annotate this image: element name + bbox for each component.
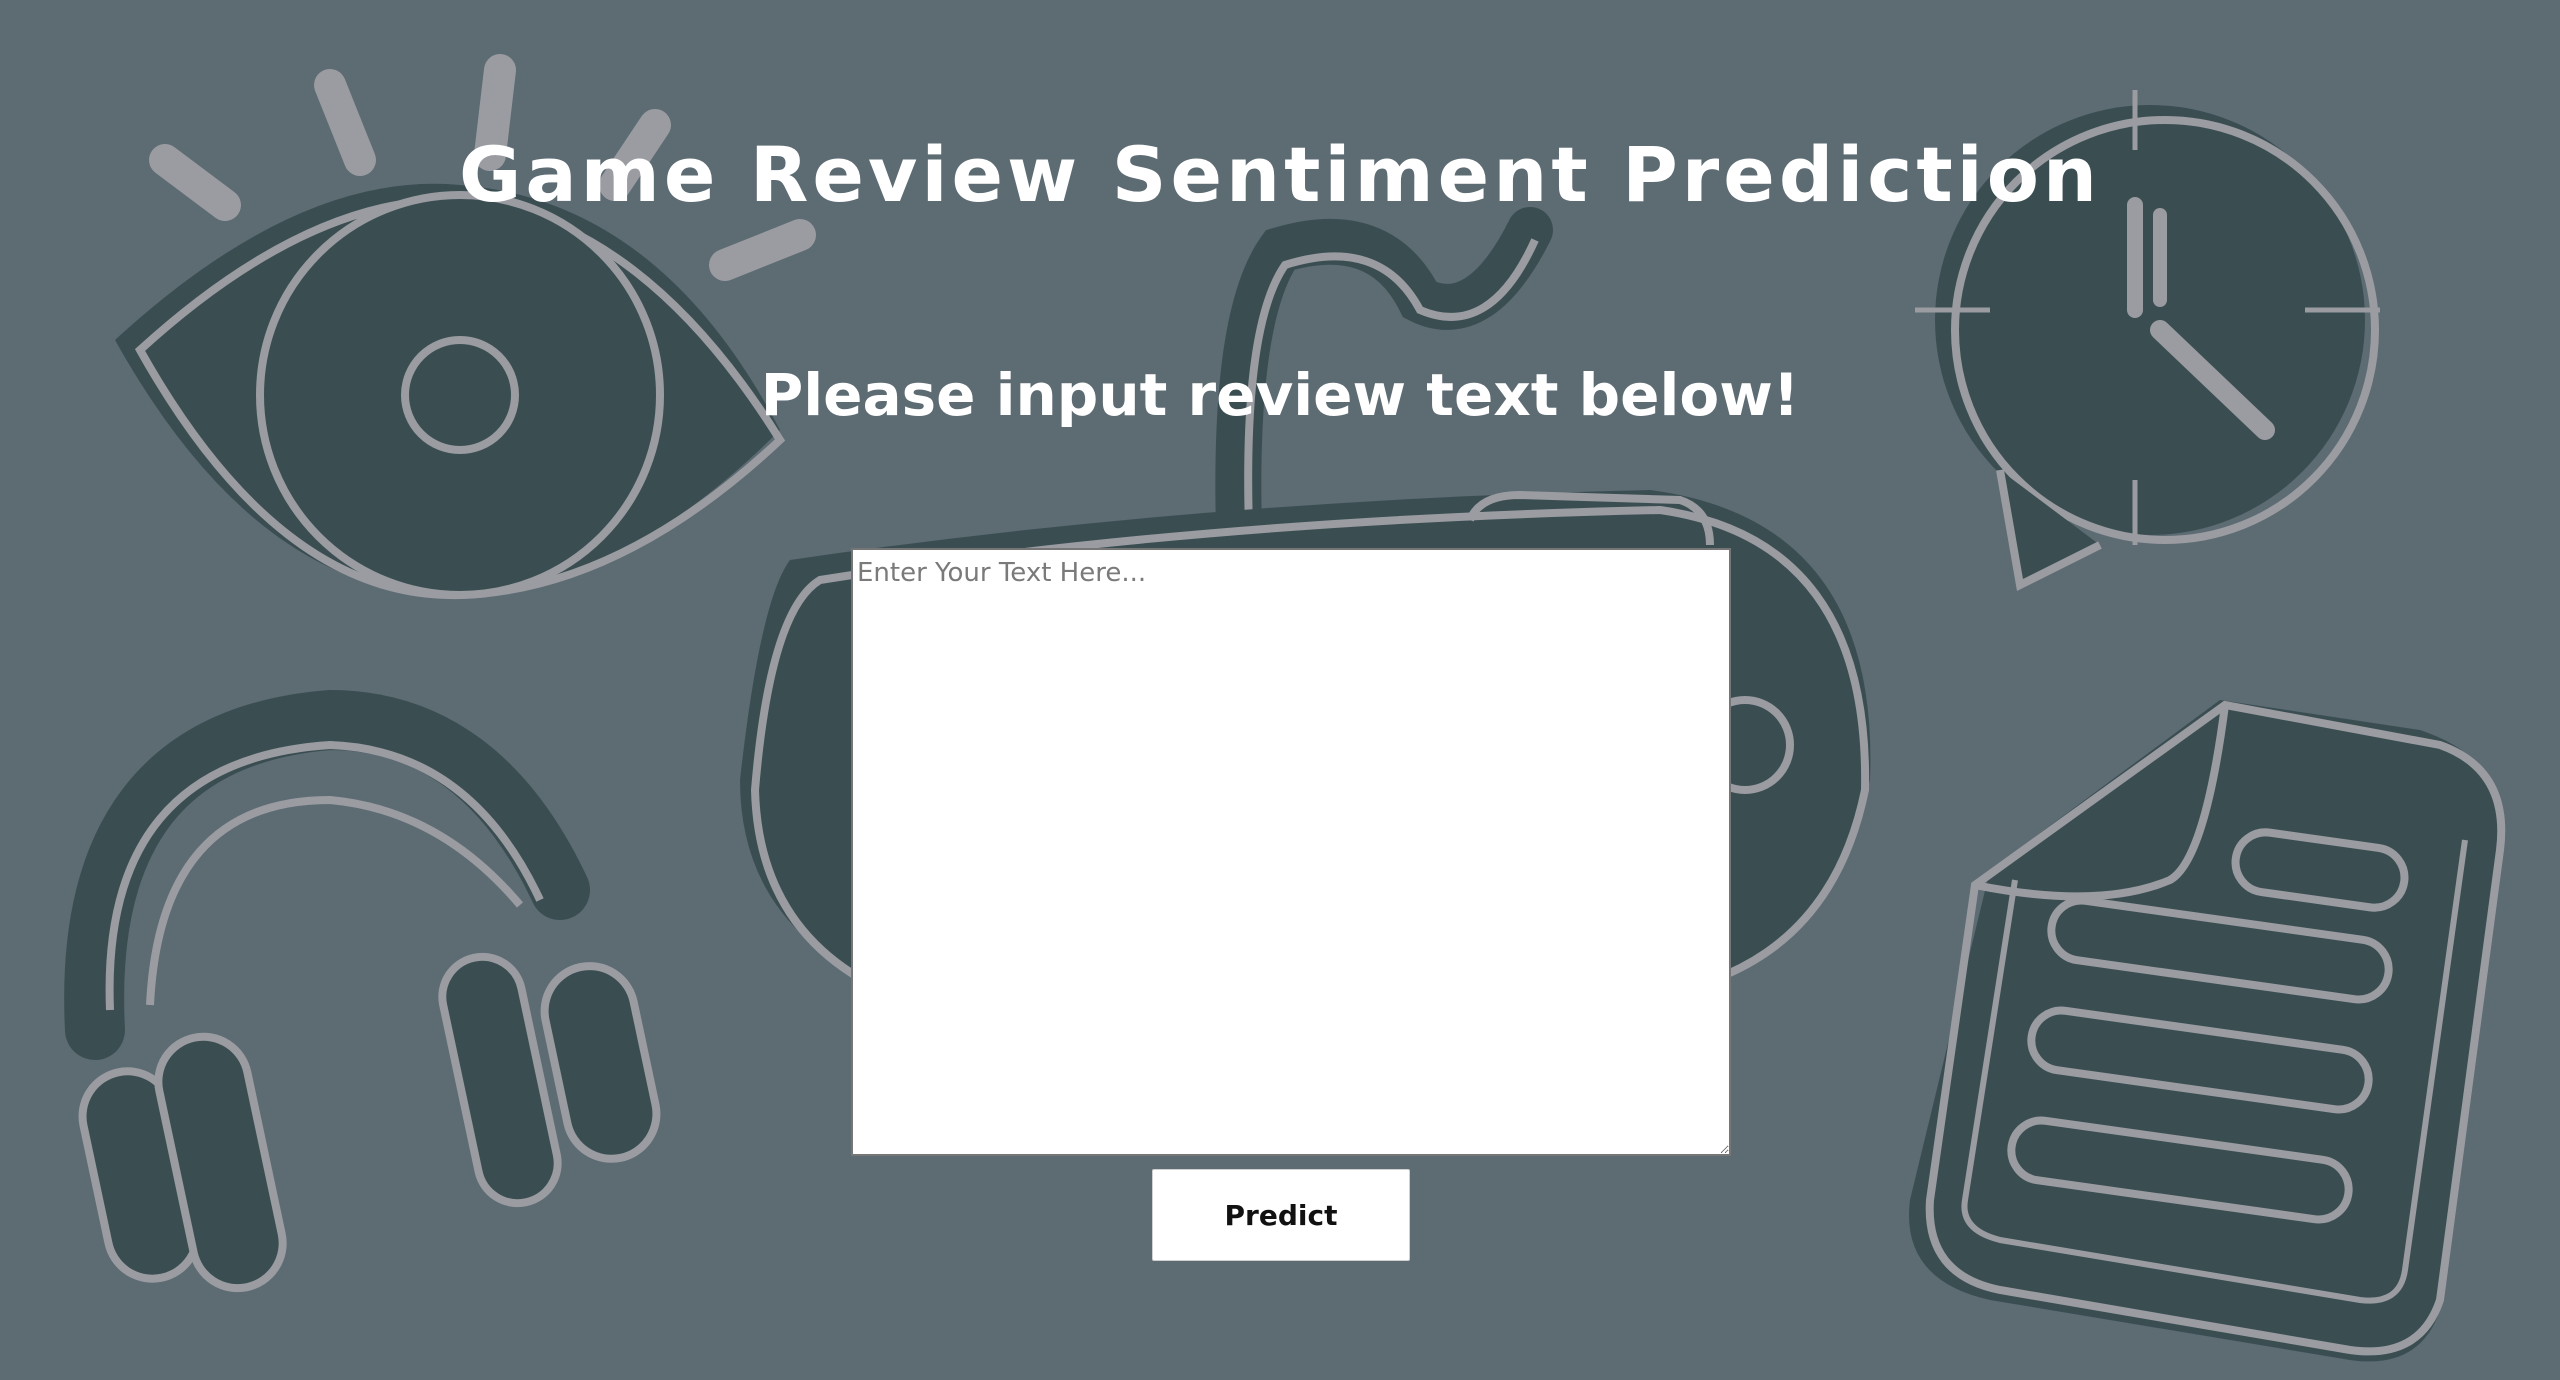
predict-button[interactable]: Predict <box>1152 1169 1410 1261</box>
headphones-icon <box>64 689 661 1293</box>
page: Game Review Sentiment Prediction Please … <box>0 0 2560 1380</box>
page-title: Game Review Sentiment Prediction <box>458 130 2102 219</box>
page-subtitle: Please input review text below! <box>760 361 1800 429</box>
review-text-input[interactable] <box>851 548 1731 1156</box>
document-icon <box>1909 700 2506 1362</box>
